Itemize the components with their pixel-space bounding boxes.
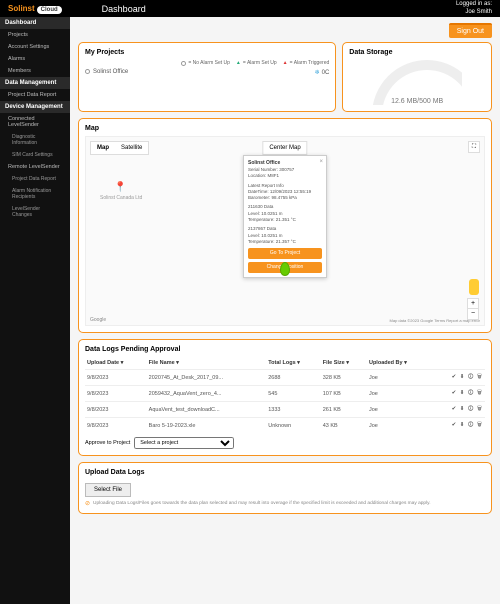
storage-title: Data Storage	[349, 49, 485, 56]
col-actions	[431, 357, 485, 370]
row-actions[interactable]: ✔ ⬇ 🛈 🗑	[431, 370, 485, 386]
upload-title: Upload Data Logs	[85, 469, 485, 476]
col-upload-date[interactable]: Upload Date ▾	[85, 357, 147, 370]
table-row: 9/8/2023AquaVent_test_downloadC...133326…	[85, 402, 485, 418]
top-bar: SolinstCloud Dashboard Logged in as: Joe…	[0, 0, 500, 17]
sidebar-sub-alarm[interactable]: Alarm Notification Recipients	[0, 185, 70, 203]
project-row[interactable]: Solinst Office ❄0C	[85, 66, 329, 79]
upload-card: Upload Data Logs Select File ⊘ Uploading…	[78, 462, 492, 514]
sidebar: Dashboard Projects Account Settings Alar…	[0, 17, 70, 604]
map-tab-satellite[interactable]: Satellite	[115, 142, 148, 154]
close-icon[interactable]: ×	[319, 158, 323, 166]
google-logo: Google	[90, 317, 106, 323]
pending-table: Upload Date ▾ File Name ▾ Total Logs ▾ F…	[85, 357, 485, 433]
map-marker-icon[interactable]	[280, 262, 290, 276]
login-user: Joe Smith	[456, 9, 492, 16]
sidebar-sub-pdr[interactable]: Project Data Report	[0, 173, 70, 185]
sign-out-button[interactable]: Sign Out	[449, 23, 492, 38]
col-uploaded-by[interactable]: Uploaded By ▾	[367, 357, 431, 370]
sidebar-group-dashboard[interactable]: Dashboard	[0, 17, 70, 29]
alarm-legend: = No Alarm Set Up ▲= Alarm Set Up ▲= Ala…	[181, 60, 329, 66]
zoom-in-button[interactable]: +	[468, 299, 478, 309]
sidebar-item-connected[interactable]: Connected LevelSender	[0, 113, 70, 131]
data-storage-card: Data Storage 12.6 MB/500 MB	[342, 42, 492, 112]
col-file-name[interactable]: File Name ▾	[147, 357, 267, 370]
row-actions[interactable]: ✔ ⬇ 🛈 🗑	[431, 402, 485, 418]
sidebar-group-data[interactable]: Data Management	[0, 77, 70, 89]
sidebar-group-device[interactable]: Device Management	[0, 101, 70, 113]
brand-part2: Cloud	[37, 6, 62, 14]
row-actions[interactable]: ✔ ⬇ 🛈 🗑	[431, 386, 485, 402]
map-attribution: Map data ©2023 Google Terms Report a map…	[390, 318, 480, 323]
map-area[interactable]: Map Satellite Center Map ⛶ 📍 Solinst Can…	[85, 136, 485, 326]
zoom-controls: + −	[467, 298, 479, 320]
storage-gauge: 12.6 MB/500 MB	[372, 60, 462, 105]
sidebar-item-remote[interactable]: Remote LevelSender	[0, 161, 70, 173]
sidebar-item-alarms[interactable]: Alarms	[0, 53, 70, 65]
fullscreen-icon[interactable]: ⛶	[468, 141, 480, 153]
sidebar-sub-changes[interactable]: LevelSender Changes	[0, 203, 70, 221]
pending-logs-card: Data Logs Pending Approval Upload Date ▾…	[78, 339, 492, 456]
sidebar-sub-sim[interactable]: SIM Card Settings	[0, 149, 70, 161]
page-title: Dashboard	[102, 4, 146, 14]
temp-icon: ❄0C	[315, 69, 330, 76]
map-info-window: × Solinst Office Serial Number: 300757 L…	[243, 155, 327, 278]
projects-title: My Projects	[85, 49, 329, 56]
map-type-tabs: Map Satellite	[90, 141, 149, 155]
approve-label: Approve to Project	[85, 440, 130, 446]
map-title: Map	[85, 125, 485, 132]
table-row: 9/8/20232059432_AquaVent_zero_4...545107…	[85, 386, 485, 402]
sidebar-sub-diag[interactable]: Diagnostic Information	[0, 131, 70, 149]
login-info: Logged in as: Joe Smith	[456, 1, 492, 15]
approve-row: Approve to Project Select a project	[85, 437, 485, 449]
storage-text: 12.6 MB/500 MB	[372, 98, 462, 105]
sidebar-item-projectdata[interactable]: Project Data Report	[0, 89, 70, 101]
upload-warning: ⊘ Uploading Data Logs/Files goes towards…	[85, 500, 485, 507]
brand-part1: Solinst	[8, 4, 35, 13]
my-projects-card: My Projects = No Alarm Set Up ▲= Alarm S…	[78, 42, 336, 112]
map-card: Map Map Satellite Center Map ⛶ 📍 Solinst…	[78, 118, 492, 333]
approve-project-select[interactable]: Select a project	[134, 437, 234, 449]
login-label: Logged in as:	[456, 1, 492, 8]
go-to-project-button[interactable]: Go To Project	[248, 248, 322, 259]
warning-icon: ⊘	[85, 500, 90, 507]
map-pin-label: Solinst Canada Ltd	[100, 195, 142, 201]
sidebar-item-members[interactable]: Members	[0, 65, 70, 77]
map-tab-map[interactable]: Map	[91, 142, 115, 154]
circle-icon	[85, 69, 90, 74]
col-file-size[interactable]: File Size ▾	[321, 357, 367, 370]
center-map-button[interactable]: Center Map	[262, 141, 307, 155]
pending-title: Data Logs Pending Approval	[85, 346, 485, 353]
sidebar-item-account[interactable]: Account Settings	[0, 41, 70, 53]
col-total-logs[interactable]: Total Logs ▾	[266, 357, 320, 370]
select-file-button[interactable]: Select File	[85, 483, 131, 497]
table-row: 9/8/20232020745_At_Desk_2017_09...268832…	[85, 370, 485, 386]
brand-logo: SolinstCloud	[8, 4, 62, 13]
row-actions[interactable]: ✔ ⬇ 🛈 🗑	[431, 418, 485, 434]
table-row: 9/8/2023Baro 5-19-2023.xleUnknown43 KBJo…	[85, 418, 485, 434]
main-content: Sign Out My Projects = No Alarm Set Up ▲…	[70, 17, 500, 604]
map-pin-icon[interactable]: 📍	[114, 182, 126, 193]
pegman-icon[interactable]	[469, 279, 479, 295]
sidebar-item-projects[interactable]: Projects	[0, 29, 70, 41]
